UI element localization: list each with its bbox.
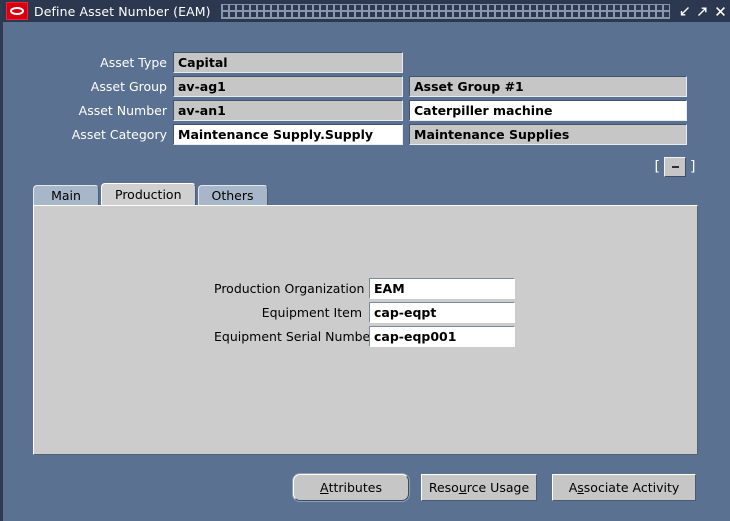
associate-activity-label-a: A bbox=[568, 480, 578, 495]
tab-strip: Main Production Others bbox=[33, 183, 270, 206]
label-equipment-serial-number: Equipment Serial Number bbox=[214, 329, 376, 344]
minimize-icon[interactable] bbox=[676, 2, 693, 20]
application-window: Define Asset Number (EAM) Asset Type Cap… bbox=[0, 0, 730, 521]
field-row-asset-category: Asset Category Maintenance Supply.Supply… bbox=[63, 124, 687, 145]
attributes-button[interactable]: Attributes bbox=[293, 474, 409, 501]
label-asset-category: Asset Category bbox=[71, 127, 167, 142]
oracle-logo-icon bbox=[6, 2, 28, 20]
input-asset-group-description[interactable]: Asset Group #1 bbox=[409, 76, 687, 97]
tab-production[interactable]: Production bbox=[101, 183, 196, 206]
field-row-asset-type: Asset Type Capital bbox=[63, 52, 403, 73]
resource-usage-label-a: Reso bbox=[428, 480, 459, 495]
resource-usage-button[interactable]: Reso u rce Usage bbox=[421, 474, 537, 501]
asset-header-form: Asset Type Capital Asset Group av-ag1 As… bbox=[3, 22, 730, 182]
field-row-asset-group: Asset Group av-ag1 Asset Group #1 bbox=[63, 76, 687, 97]
input-production-organization[interactable]: EAM bbox=[369, 278, 515, 299]
label-asset-number: Asset Number bbox=[78, 103, 167, 118]
attributes-button-label-rest: ttributes bbox=[328, 480, 382, 495]
resource-usage-label-b: rce Usage bbox=[466, 480, 530, 495]
input-asset-group[interactable]: av-ag1 bbox=[173, 76, 403, 97]
field-row-equipment-item: Equipment Item cap-eqpt bbox=[214, 302, 515, 323]
tab-main[interactable]: Main bbox=[33, 185, 99, 206]
flexfield-open-bracket: [ bbox=[654, 159, 660, 175]
field-row-asset-number: Asset Number av-an1 Caterpiller machine bbox=[63, 100, 687, 121]
close-icon[interactable] bbox=[712, 2, 729, 20]
associate-activity-label-b: sociate Activity bbox=[583, 480, 680, 495]
title-bar-grip-texture bbox=[220, 3, 670, 19]
field-row-production-organization: Production Organization EAM bbox=[214, 278, 515, 299]
label-asset-type: Asset Type bbox=[100, 55, 167, 70]
field-row-equipment-serial-number: Equipment Serial Number cap-eqp001 bbox=[214, 326, 515, 347]
button-bar: Attributes Reso u rce Usage As sociate Acti… bbox=[3, 474, 730, 506]
flexfield-button[interactable] bbox=[664, 157, 686, 177]
maximize-icon[interactable] bbox=[694, 2, 711, 20]
flexfield-close-bracket: ] bbox=[690, 159, 696, 175]
input-asset-number[interactable]: av-an1 bbox=[173, 100, 403, 121]
input-asset-category-description[interactable]: Maintenance Supplies bbox=[409, 124, 687, 145]
input-asset-number-description[interactable]: Caterpiller machine bbox=[409, 100, 687, 121]
input-equipment-item[interactable]: cap-eqpt bbox=[369, 302, 515, 323]
production-tab-panel: Production Organization EAM Equipment It… bbox=[33, 205, 698, 455]
tab-others[interactable]: Others bbox=[197, 185, 268, 206]
flexfield-dash-icon bbox=[671, 166, 679, 168]
associate-activity-button[interactable]: As sociate Activity bbox=[552, 474, 696, 501]
label-production-organization: Production Organization bbox=[214, 281, 365, 296]
label-asset-group: Asset Group bbox=[90, 79, 167, 94]
window-title: Define Asset Number (EAM) bbox=[34, 3, 211, 19]
label-equipment-item: Equipment Item bbox=[261, 305, 362, 320]
input-equipment-serial-number[interactable]: cap-eqp001 bbox=[369, 326, 515, 347]
flexfield-indicator: [ ] bbox=[653, 155, 697, 179]
input-asset-type[interactable]: Capital bbox=[173, 52, 403, 73]
title-bar[interactable]: Define Asset Number (EAM) bbox=[3, 0, 730, 22]
input-asset-category[interactable]: Maintenance Supply.Supply bbox=[173, 124, 403, 145]
